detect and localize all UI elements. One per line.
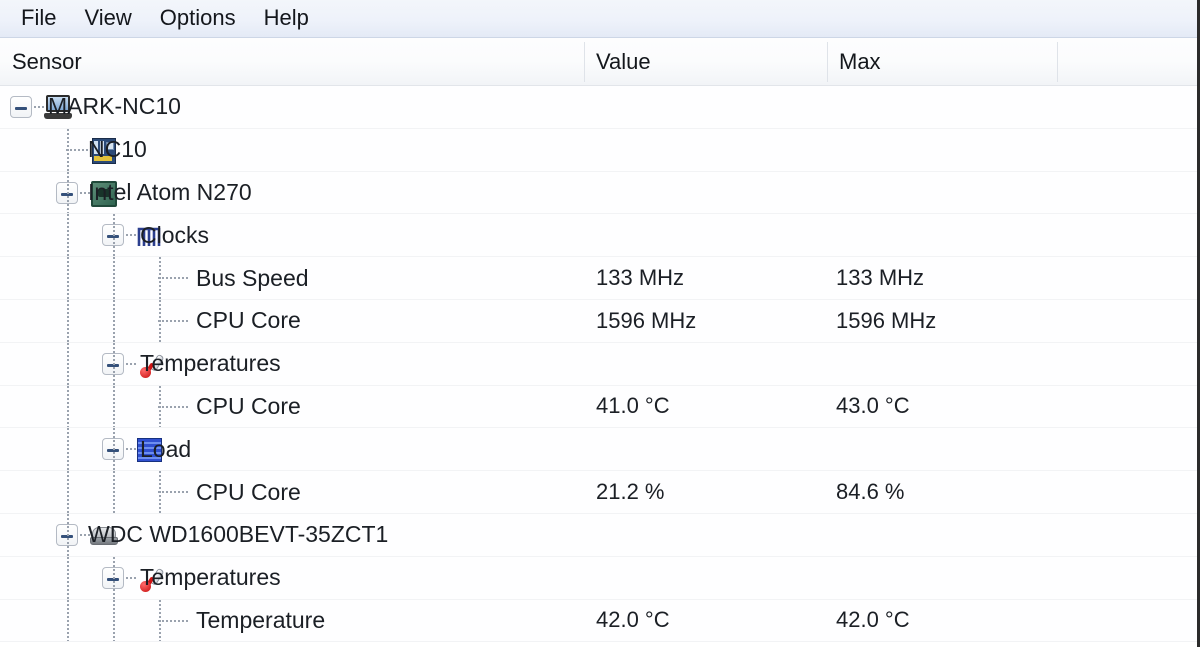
tree-item-cpu-core-temperature[interactable]: CPU Core 41.0 °C 43.0 °C [0,385,1197,429]
tree-item-label: WDC WD1600BEVT-35ZCT1 [88,521,389,548]
tree-item-value: 41.0 °C [596,393,670,419]
tree-item-label: MARK-NC10 [48,93,181,120]
tree-guide [113,385,115,428]
tree-guide [113,599,115,642]
tree-item-cpu-temperatures[interactable]: Temperatures [0,342,1197,386]
open-hardware-monitor-window: File View Options Help Sensor Value Max … [0,0,1200,647]
tree-guide [67,513,69,556]
tree-guide [67,257,69,299]
tree-guide [67,556,69,599]
tree-guide [113,299,115,342]
column-header-row: Sensor Value Max [0,38,1197,86]
tree-connector [158,405,188,408]
tree-connector [126,576,136,579]
tree-guide [113,257,115,299]
tree-guide [113,428,115,471]
column-header-max[interactable]: Max [827,38,1057,85]
menu-options[interactable]: Options [147,5,249,33]
tree-item-max: 133 MHz [836,265,925,291]
tree-guide [67,214,69,257]
tree-guide [113,556,115,599]
tree-connector [126,448,136,451]
tree-connector [126,234,136,237]
tree-connector [158,619,188,622]
tree-guide [67,128,69,171]
tree-item-hdd-temperature[interactable]: Temperature 42.0 °C 42.0 °C [0,599,1197,643]
tree-item-label: NC10 [88,136,147,163]
tree-guide [159,299,161,342]
tree-guide [159,471,161,513]
tree-item-intel-atom-n270[interactable]: Intel Atom N270 [0,171,1197,215]
tree-guide [67,428,69,471]
tree-item-label: Load [140,435,192,462]
tree-connector [126,362,136,365]
tree-guide [159,599,161,642]
tree-item-label: Temperature [196,606,326,633]
menu-file[interactable]: File [8,5,69,33]
tree-item-value: 21.2 % [596,479,665,505]
tree-item-label: Temperatures [140,350,281,377]
tree-item-load[interactable]: Load [0,428,1197,472]
tree-item-value: 42.0 °C [596,607,670,633]
tree-guide [67,342,69,385]
menu-bar: File View Options Help [0,0,1197,38]
tree-item-cpu-core-load[interactable]: CPU Core 21.2 % 84.6 % [0,471,1197,514]
tree-guide [67,471,69,513]
tree-item-max: 43.0 °C [836,393,910,419]
tree-item-mark-nc10[interactable]: MARK-NC10 [0,86,1197,129]
tree-item-cpu-core-clock[interactable]: CPU Core 1596 MHz 1596 MHz [0,299,1197,343]
menu-help[interactable]: Help [251,5,322,33]
tree-connector [158,491,188,494]
tree-connector [34,106,44,108]
tree-guide [113,471,115,513]
column-header-value[interactable]: Value [584,38,827,85]
column-header-spacer [1057,38,1197,85]
tree-item-label: CPU Core [196,307,301,334]
tree-item-clocks[interactable]: Clocks [0,214,1197,258]
expander-collapse-toggle[interactable] [10,96,32,118]
tree-item-max: 1596 MHz [836,307,937,333]
tree-guide [159,257,161,299]
tree-guide [67,599,69,642]
tree-item-label: Intel Atom N270 [88,178,252,205]
tree-guide [113,342,115,385]
tree-item-value: 1596 MHz [596,307,697,333]
tree-item-label: Bus Speed [196,264,309,291]
tree-connector [66,148,88,151]
sensor-tree: MARK-NC10 NC10 Intel Atom N270 Clocks Bus Sp… [0,86,1197,643]
tree-guide [67,171,69,214]
tree-item-label: Clocks [140,221,210,248]
tree-item-label: Temperatures [140,564,281,591]
tree-item-bus-speed[interactable]: Bus Speed 133 MHz 133 MHz [0,257,1197,300]
tree-item-hdd-temperatures[interactable]: Temperatures [0,556,1197,600]
tree-connector [158,319,188,322]
tree-guide [67,385,69,428]
tree-item-label: CPU Core [196,392,301,419]
tree-guide [113,214,115,257]
menu-view[interactable]: View [71,5,144,33]
tree-guide [159,385,161,428]
tree-item-max: 84.6 % [836,479,905,505]
tree-guide [67,299,69,342]
tree-item-max: 42.0 °C [836,607,910,633]
tree-item-nc10[interactable]: NC10 [0,128,1197,172]
tree-item-wdc-wd1600bevt[interactable]: WDC WD1600BEVT-35ZCT1 [0,513,1197,557]
tree-item-label: CPU Core [196,478,301,505]
tree-connector [158,277,188,280]
tree-item-value: 133 MHz [596,265,685,291]
column-header-sensor[interactable]: Sensor [0,38,584,85]
